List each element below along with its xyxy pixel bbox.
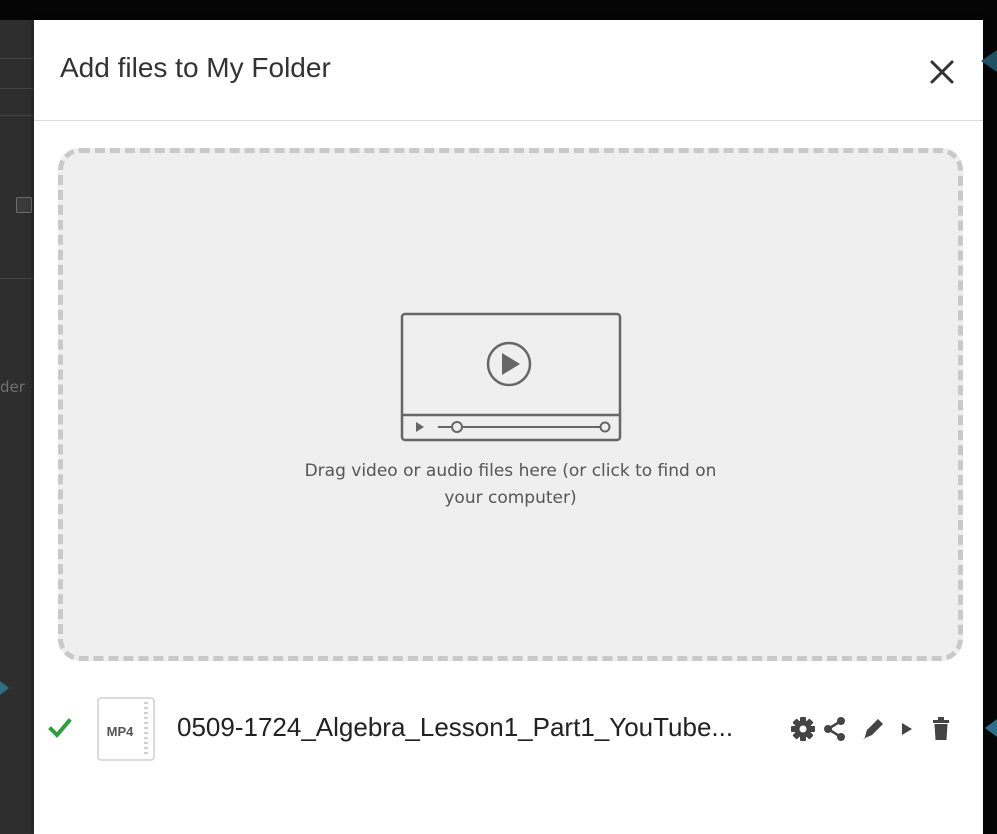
trash-icon: [933, 717, 949, 740]
background-divider: [0, 88, 34, 89]
edit-button[interactable]: [859, 714, 887, 744]
drop-instructions: Drag video or audio files here (or click…: [304, 461, 717, 508]
background-app: der: [0, 20, 34, 834]
background-label: der: [0, 378, 25, 396]
share-button[interactable]: [821, 714, 849, 744]
screen: der Add files to My Folder Drag video or…: [0, 0, 997, 834]
callout-arrow-icon: [981, 50, 997, 72]
share-icon: [824, 717, 845, 741]
play-button[interactable]: [893, 714, 921, 744]
upload-dialog: Add files to My Folder Drag video or aud…: [34, 20, 983, 834]
play-icon: [902, 723, 912, 735]
settings-button[interactable]: [789, 714, 817, 744]
background-divider: [0, 115, 34, 116]
gear-icon: [791, 717, 815, 741]
background-divider: [0, 58, 34, 59]
file-badge-icon: MP4: [97, 697, 155, 761]
mp4-file-icon: MP4: [96, 696, 156, 762]
delete-button[interactable]: [927, 714, 955, 744]
file-drop-zone[interactable]: Drag video or audio files here (or click…: [58, 148, 963, 661]
file-type-label: MP4: [107, 724, 135, 739]
background-arrow-icon: [0, 681, 9, 695]
callout-arrow-icon: [985, 719, 997, 737]
file-list-item: MP4 0509-1724_Algebra_Lesson1_Part1_YouT…: [34, 692, 983, 762]
background-checkbox[interactable]: [16, 197, 32, 213]
dialog-title: Add files to My Folder: [60, 52, 331, 83]
background-divider: [0, 278, 34, 279]
close-icon: [930, 60, 954, 84]
pencil-icon: [863, 719, 883, 740]
dialog-header: Add files to My Folder: [34, 20, 983, 121]
checkmark-icon: [48, 718, 72, 738]
file-name: 0509-1724_Algebra_Lesson1_Part1_YouTube.…: [177, 712, 734, 742]
video-player-icon: [400, 312, 622, 442]
close-button[interactable]: [922, 52, 962, 92]
